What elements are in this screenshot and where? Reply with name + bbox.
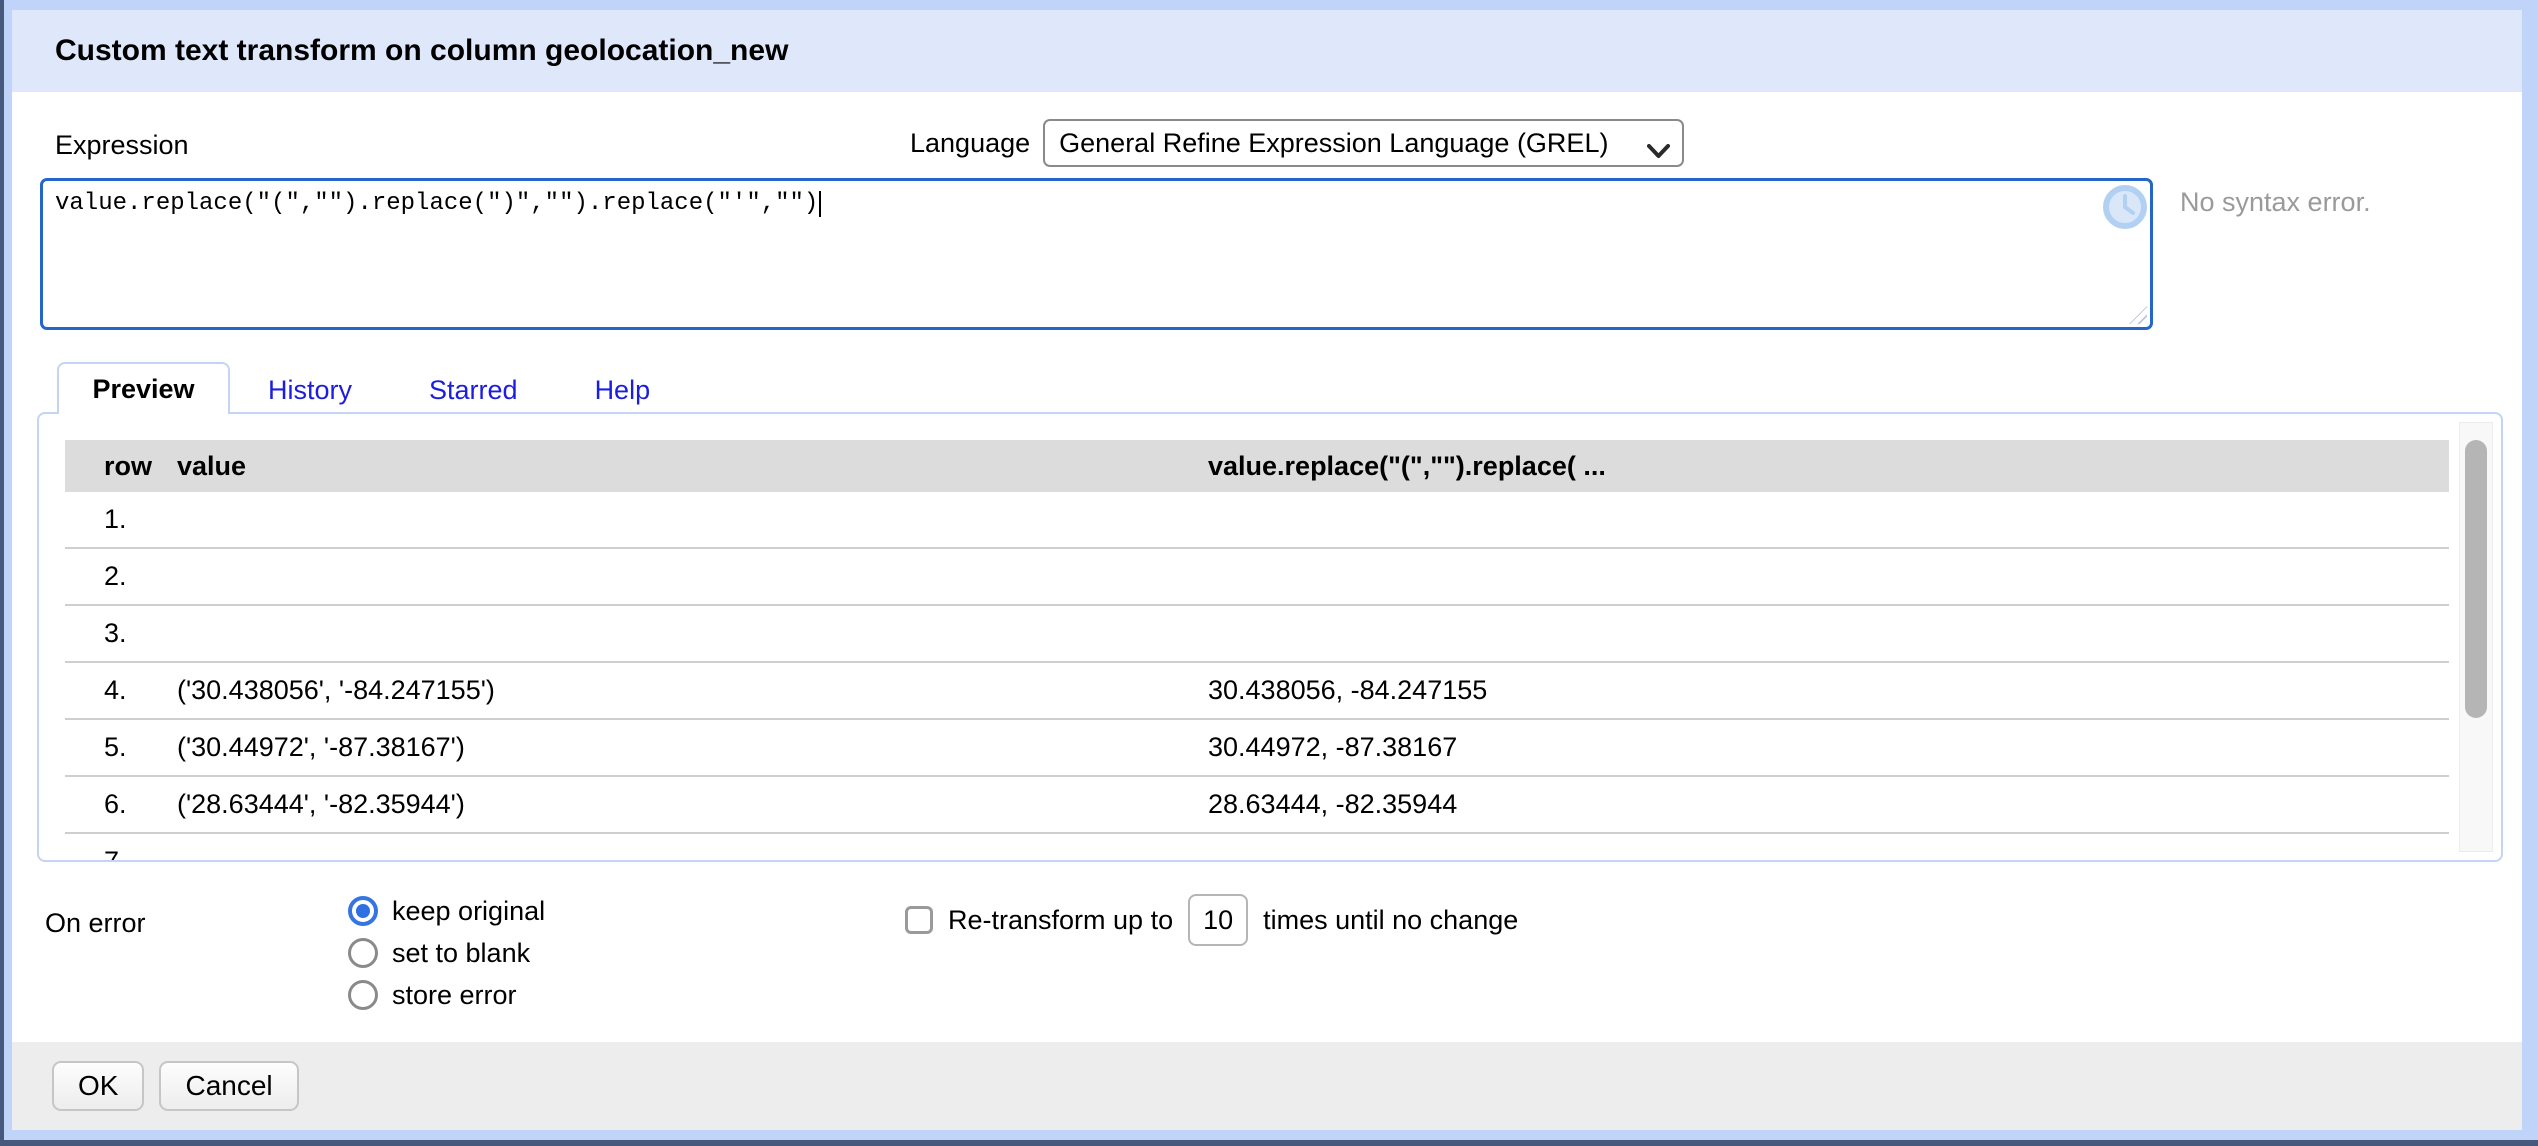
row-result: 30.44972, -87.38167 — [1208, 732, 2449, 763]
dialog-backdrop: Custom text transform on column geolocat… — [0, 0, 2538, 1146]
row-number: 2. — [104, 561, 177, 592]
retransform-checkbox[interactable] — [905, 906, 933, 934]
table-row: 2. — [65, 549, 2449, 606]
radio-dot — [356, 904, 370, 918]
text-cursor — [819, 191, 821, 217]
dialog-frame: Custom text transform on column geolocat… — [4, 0, 2538, 1140]
on-error-option[interactable]: set to blank — [348, 936, 545, 970]
on-error-option-label: set to blank — [392, 938, 530, 969]
on-error-options: keep original set to blank store error — [348, 894, 545, 1012]
vertical-scrollbar[interactable] — [2459, 422, 2493, 852]
expression-label: Expression — [55, 130, 189, 161]
language-select[interactable]: General Refine Expression Language (GREL… — [1043, 119, 1684, 167]
preview-table: row value value.replace("(","").replace(… — [65, 440, 2449, 860]
times-input[interactable] — [1188, 894, 1248, 946]
row-result: 30.438056, -84.247155 — [1208, 675, 2449, 706]
preview-panel: row value value.replace("(","").replace(… — [37, 412, 2503, 862]
custom-text-transform-dialog: Custom text transform on column geolocat… — [12, 10, 2522, 1130]
on-error-option[interactable]: keep original — [348, 894, 545, 928]
retransform-label-before: Re-transform up to — [948, 905, 1173, 936]
table-row: 5. ('30.44972', '-87.38167') 30.44972, -… — [65, 720, 2449, 777]
dialog-title: Custom text transform on column geolocat… — [55, 34, 788, 68]
on-error-option[interactable]: store error — [348, 978, 545, 1012]
row-number: 5. — [104, 732, 177, 763]
clock-icon[interactable] — [2102, 184, 2148, 230]
row-result: 28.63444, -82.35944 — [1208, 789, 2449, 820]
syntax-status: No syntax error. — [2180, 187, 2371, 218]
row-number: 1. — [104, 504, 177, 535]
cancel-button[interactable]: Cancel — [159, 1061, 298, 1111]
preview-rows: 1. 2. 3. 4. ('30.438056', '-84.247155') … — [65, 492, 2449, 860]
tab-history[interactable]: History — [264, 366, 356, 414]
radio-icon — [348, 896, 378, 926]
dialog-body: Expression Language General Refine Expre… — [12, 92, 2522, 1042]
column-header-row: row — [104, 451, 177, 482]
language-row: Language General Refine Expression Langu… — [910, 119, 1684, 167]
row-value: ('30.44972', '-87.38167') — [177, 732, 1208, 763]
table-row: 7. — [65, 834, 2449, 860]
tab-help[interactable]: Help — [591, 366, 655, 414]
row-value: ('28.63444', '-82.35944') — [177, 789, 1208, 820]
resize-grip-icon[interactable] — [2129, 306, 2147, 324]
scrollbar-thumb[interactable] — [2465, 440, 2487, 718]
dialog-header: Custom text transform on column geolocat… — [12, 10, 2522, 92]
table-row: 3. — [65, 606, 2449, 663]
retransform-row: Re-transform up to times until no change — [905, 894, 1518, 946]
table-row: 6. ('28.63444', '-82.35944') 28.63444, -… — [65, 777, 2449, 834]
on-error-option-label: store error — [392, 980, 517, 1011]
tab-starred[interactable]: Starred — [425, 366, 522, 414]
column-header-result: value.replace("(","").replace( ... — [1208, 451, 2449, 482]
table-header-row: row value value.replace("(","").replace(… — [65, 440, 2449, 492]
row-number: 3. — [104, 618, 177, 649]
table-row: 4. ('30.438056', '-84.247155') 30.438056… — [65, 663, 2449, 720]
row-number: 4. — [104, 675, 177, 706]
expression-text: value.replace("(","").replace(")","").re… — [55, 190, 818, 217]
on-error-label: On error — [45, 908, 146, 939]
on-error-option-label: keep original — [392, 896, 545, 927]
row-value: ('30.438056', '-84.247155') — [177, 675, 1208, 706]
column-header-value: value — [177, 451, 1208, 482]
radio-icon — [348, 980, 378, 1010]
radio-icon — [348, 938, 378, 968]
language-select-wrap: General Refine Expression Language (GREL… — [1043, 119, 1684, 167]
table-row: 1. — [65, 492, 2449, 549]
tab-bar: Preview History Starred Help — [12, 362, 2502, 414]
row-number: 6. — [104, 789, 177, 820]
row-number: 7. — [104, 846, 177, 860]
retransform-label-after: times until no change — [1263, 905, 1518, 936]
dialog-footer: OK Cancel — [12, 1042, 2522, 1130]
expression-input[interactable]: value.replace("(","").replace(")","").re… — [40, 178, 2153, 330]
tab-preview[interactable]: Preview — [57, 362, 230, 414]
ok-button[interactable]: OK — [52, 1061, 144, 1111]
language-label: Language — [910, 128, 1030, 159]
